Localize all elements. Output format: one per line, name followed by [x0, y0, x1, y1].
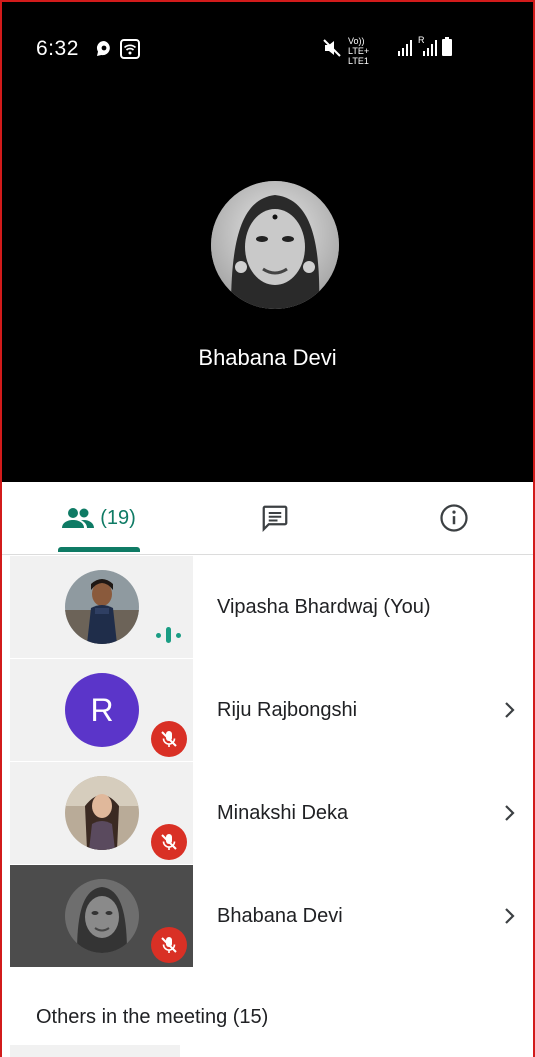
status-time: 6:32 — [36, 37, 79, 60]
chevron-right-icon[interactable] — [503, 762, 517, 864]
speaker-avatar — [211, 181, 339, 309]
mic-off-icon — [161, 834, 177, 850]
others-section-header: Others in the meeting (15) — [36, 1006, 269, 1028]
mic-off-icon — [161, 937, 177, 953]
tab-active-indicator — [58, 547, 140, 552]
chevron-right-icon[interactable] — [503, 865, 517, 967]
mic-muted-badge — [151, 721, 187, 757]
tab-people[interactable]: (19) — [40, 482, 158, 554]
participant-name: Riju Rajbongshi — [217, 698, 358, 721]
wifi-icon — [120, 39, 140, 59]
participant-tile: R — [10, 659, 193, 761]
avatar — [65, 776, 139, 850]
avatar-letter: R — [90, 691, 114, 728]
participant-row[interactable]: Minakshi Deka — [10, 762, 535, 864]
signal-icon — [398, 40, 412, 56]
notification-icon — [97, 41, 110, 56]
network-text: Vo)) LTE+ LTE1 — [348, 36, 370, 66]
participant-row[interactable]: Vipasha Bhardwaj (You) — [10, 556, 535, 658]
main-video-area[interactable]: 6:32 Vo)) LTE+ LTE1 R Bhabana Devi — [0, 0, 535, 482]
participant-tile — [10, 865, 193, 967]
tab-info[interactable] — [424, 482, 484, 554]
participant-tile — [10, 762, 193, 864]
tab-chat[interactable] — [245, 482, 305, 554]
speaker-name: Bhabana Devi — [198, 345, 337, 370]
battery-icon — [442, 37, 452, 56]
mic-off-icon — [161, 731, 177, 747]
people-icon — [62, 508, 95, 528]
signal-icon-2 — [423, 40, 437, 56]
avatar — [65, 570, 139, 644]
mute-volume-icon — [323, 39, 341, 57]
tab-bar: (19) — [0, 482, 535, 555]
chevron-right-icon[interactable] — [503, 659, 517, 761]
info-icon — [440, 504, 468, 532]
speaking-indicator-icon — [156, 627, 181, 643]
participant-row[interactable]: Bhabana Devi — [10, 865, 535, 967]
people-count: (19) — [100, 506, 136, 529]
participant-tile-partial — [10, 1045, 180, 1057]
mic-muted-badge — [151, 927, 187, 963]
avatar — [65, 879, 139, 953]
status-bar: 6:32 Vo)) LTE+ LTE1 R — [0, 0, 535, 90]
avatar: R — [65, 673, 139, 747]
participant-row[interactable]: R Riju Rajbongshi — [10, 659, 535, 761]
participant-name: Bhabana Devi — [217, 904, 343, 927]
participant-name: Vipasha Bhardwaj (You) — [217, 595, 431, 618]
participant-name: Minakshi Deka — [217, 801, 349, 824]
chat-icon — [262, 505, 288, 532]
participant-tile — [10, 556, 193, 658]
mic-muted-badge — [151, 824, 187, 860]
